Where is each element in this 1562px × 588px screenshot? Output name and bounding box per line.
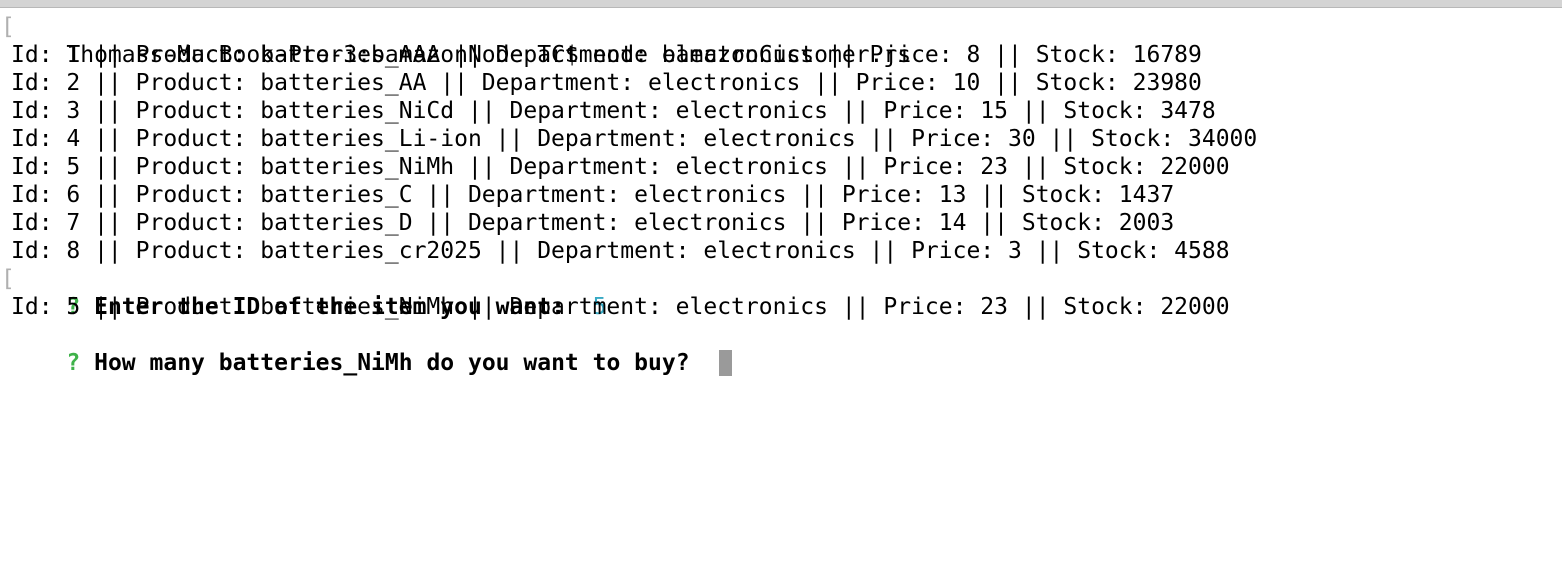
selected-product-row: Id: 5 || Product: batteries_NiMh || Depa… xyxy=(11,294,1230,320)
terminal-output[interactable]: [Thomass-MacBook-Pro-3:bamazonNode TC$ n… xyxy=(0,13,1562,376)
product-row: Id: 4 || Product: batteries_Li-ion || De… xyxy=(11,126,1258,152)
line-mark: [ xyxy=(1,266,15,292)
product-row: Id: 5 || Product: batteries_NiMh || Depa… xyxy=(11,154,1230,180)
command-line: [Thomass-MacBook-Pro-3:bamazonNode TC$ n… xyxy=(0,13,1562,68)
product-row: Id: 6 || Product: batteries_C || Departm… xyxy=(11,182,1175,208)
product-row: Id: 2 || Product: batteries_AA || Depart… xyxy=(11,70,1202,96)
product-row: Id: 3 || Product: batteries_NiCd || Depa… xyxy=(11,98,1216,124)
prompt-question: How many batteries_NiMh do you want to b… xyxy=(94,350,690,376)
window-top-edge xyxy=(0,0,1562,8)
quantity-prompt-line[interactable]: ? How many batteries_NiMh do you want to… xyxy=(0,321,1562,376)
line-mark: [ xyxy=(1,14,15,40)
text-cursor[interactable] xyxy=(719,349,733,376)
id-prompt-line: [? Enter the ID of the item you want: 5 xyxy=(0,265,1562,320)
product-row: Id: 8 || Product: batteries_cr2025 || De… xyxy=(11,238,1230,264)
product-row: Id: 7 || Product: batteries_D || Departm… xyxy=(11,210,1175,236)
prompt-marker: ? xyxy=(66,350,81,376)
product-row: Id: 1 || Product: batteries_AAA || Depar… xyxy=(11,42,1202,68)
